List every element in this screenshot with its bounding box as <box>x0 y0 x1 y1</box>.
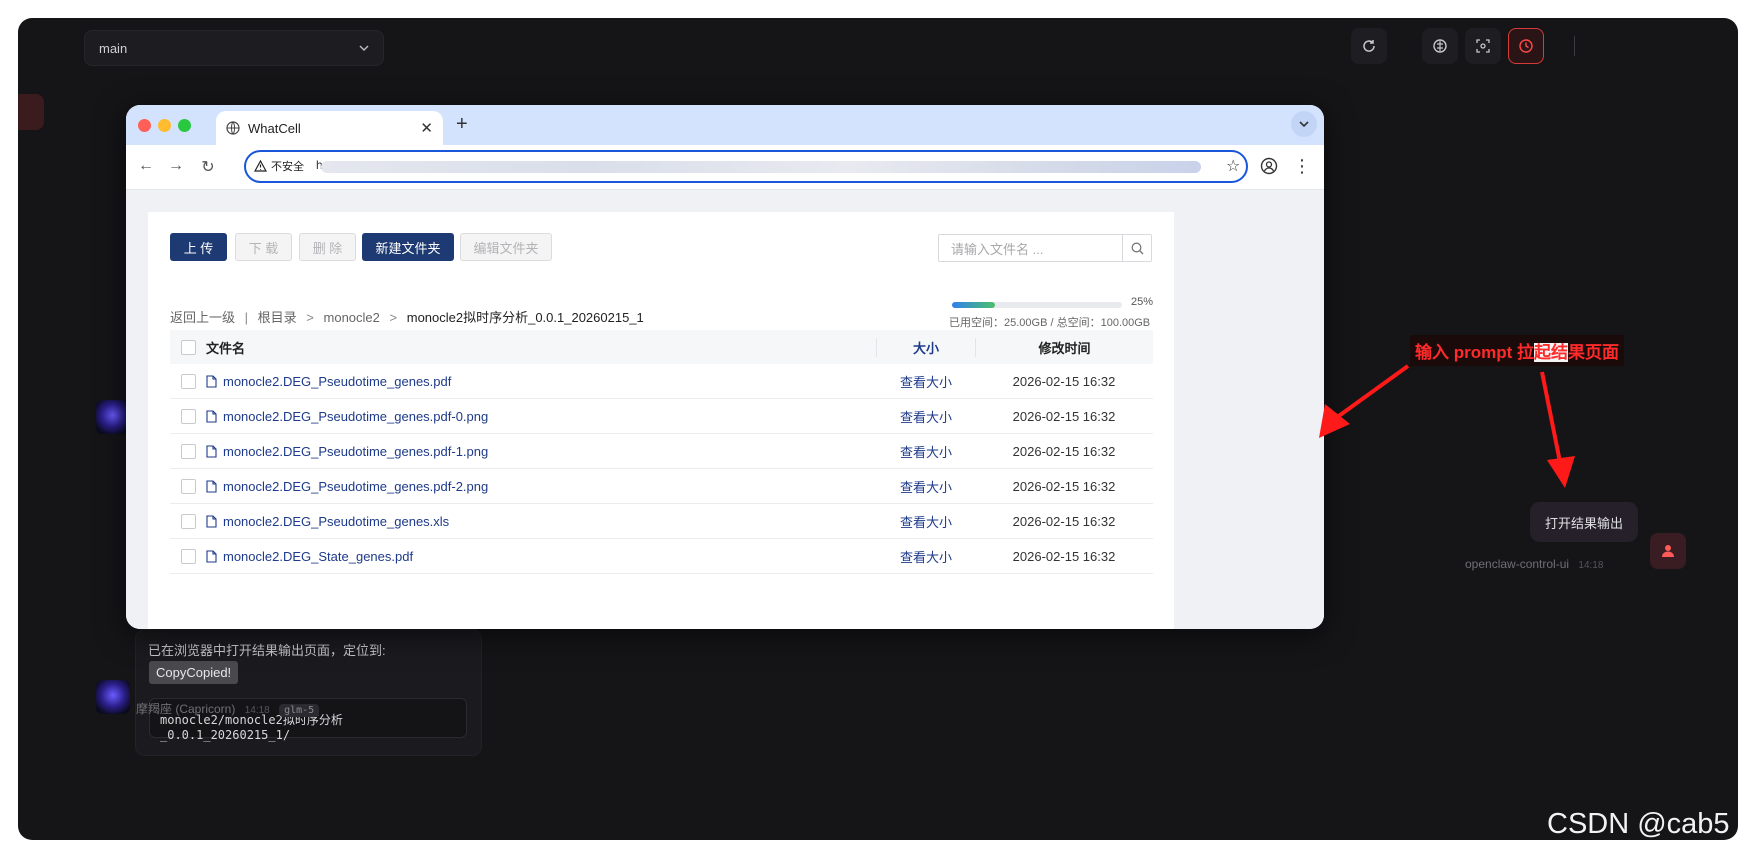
arrow-down-head <box>1547 456 1575 488</box>
annotation-arrows <box>1319 364 1575 488</box>
watermark: CSDN @cab5 <box>1547 808 1730 840</box>
arrow-left-shaft <box>1334 364 1410 420</box>
arrow-down-shaft <box>1540 371 1562 463</box>
